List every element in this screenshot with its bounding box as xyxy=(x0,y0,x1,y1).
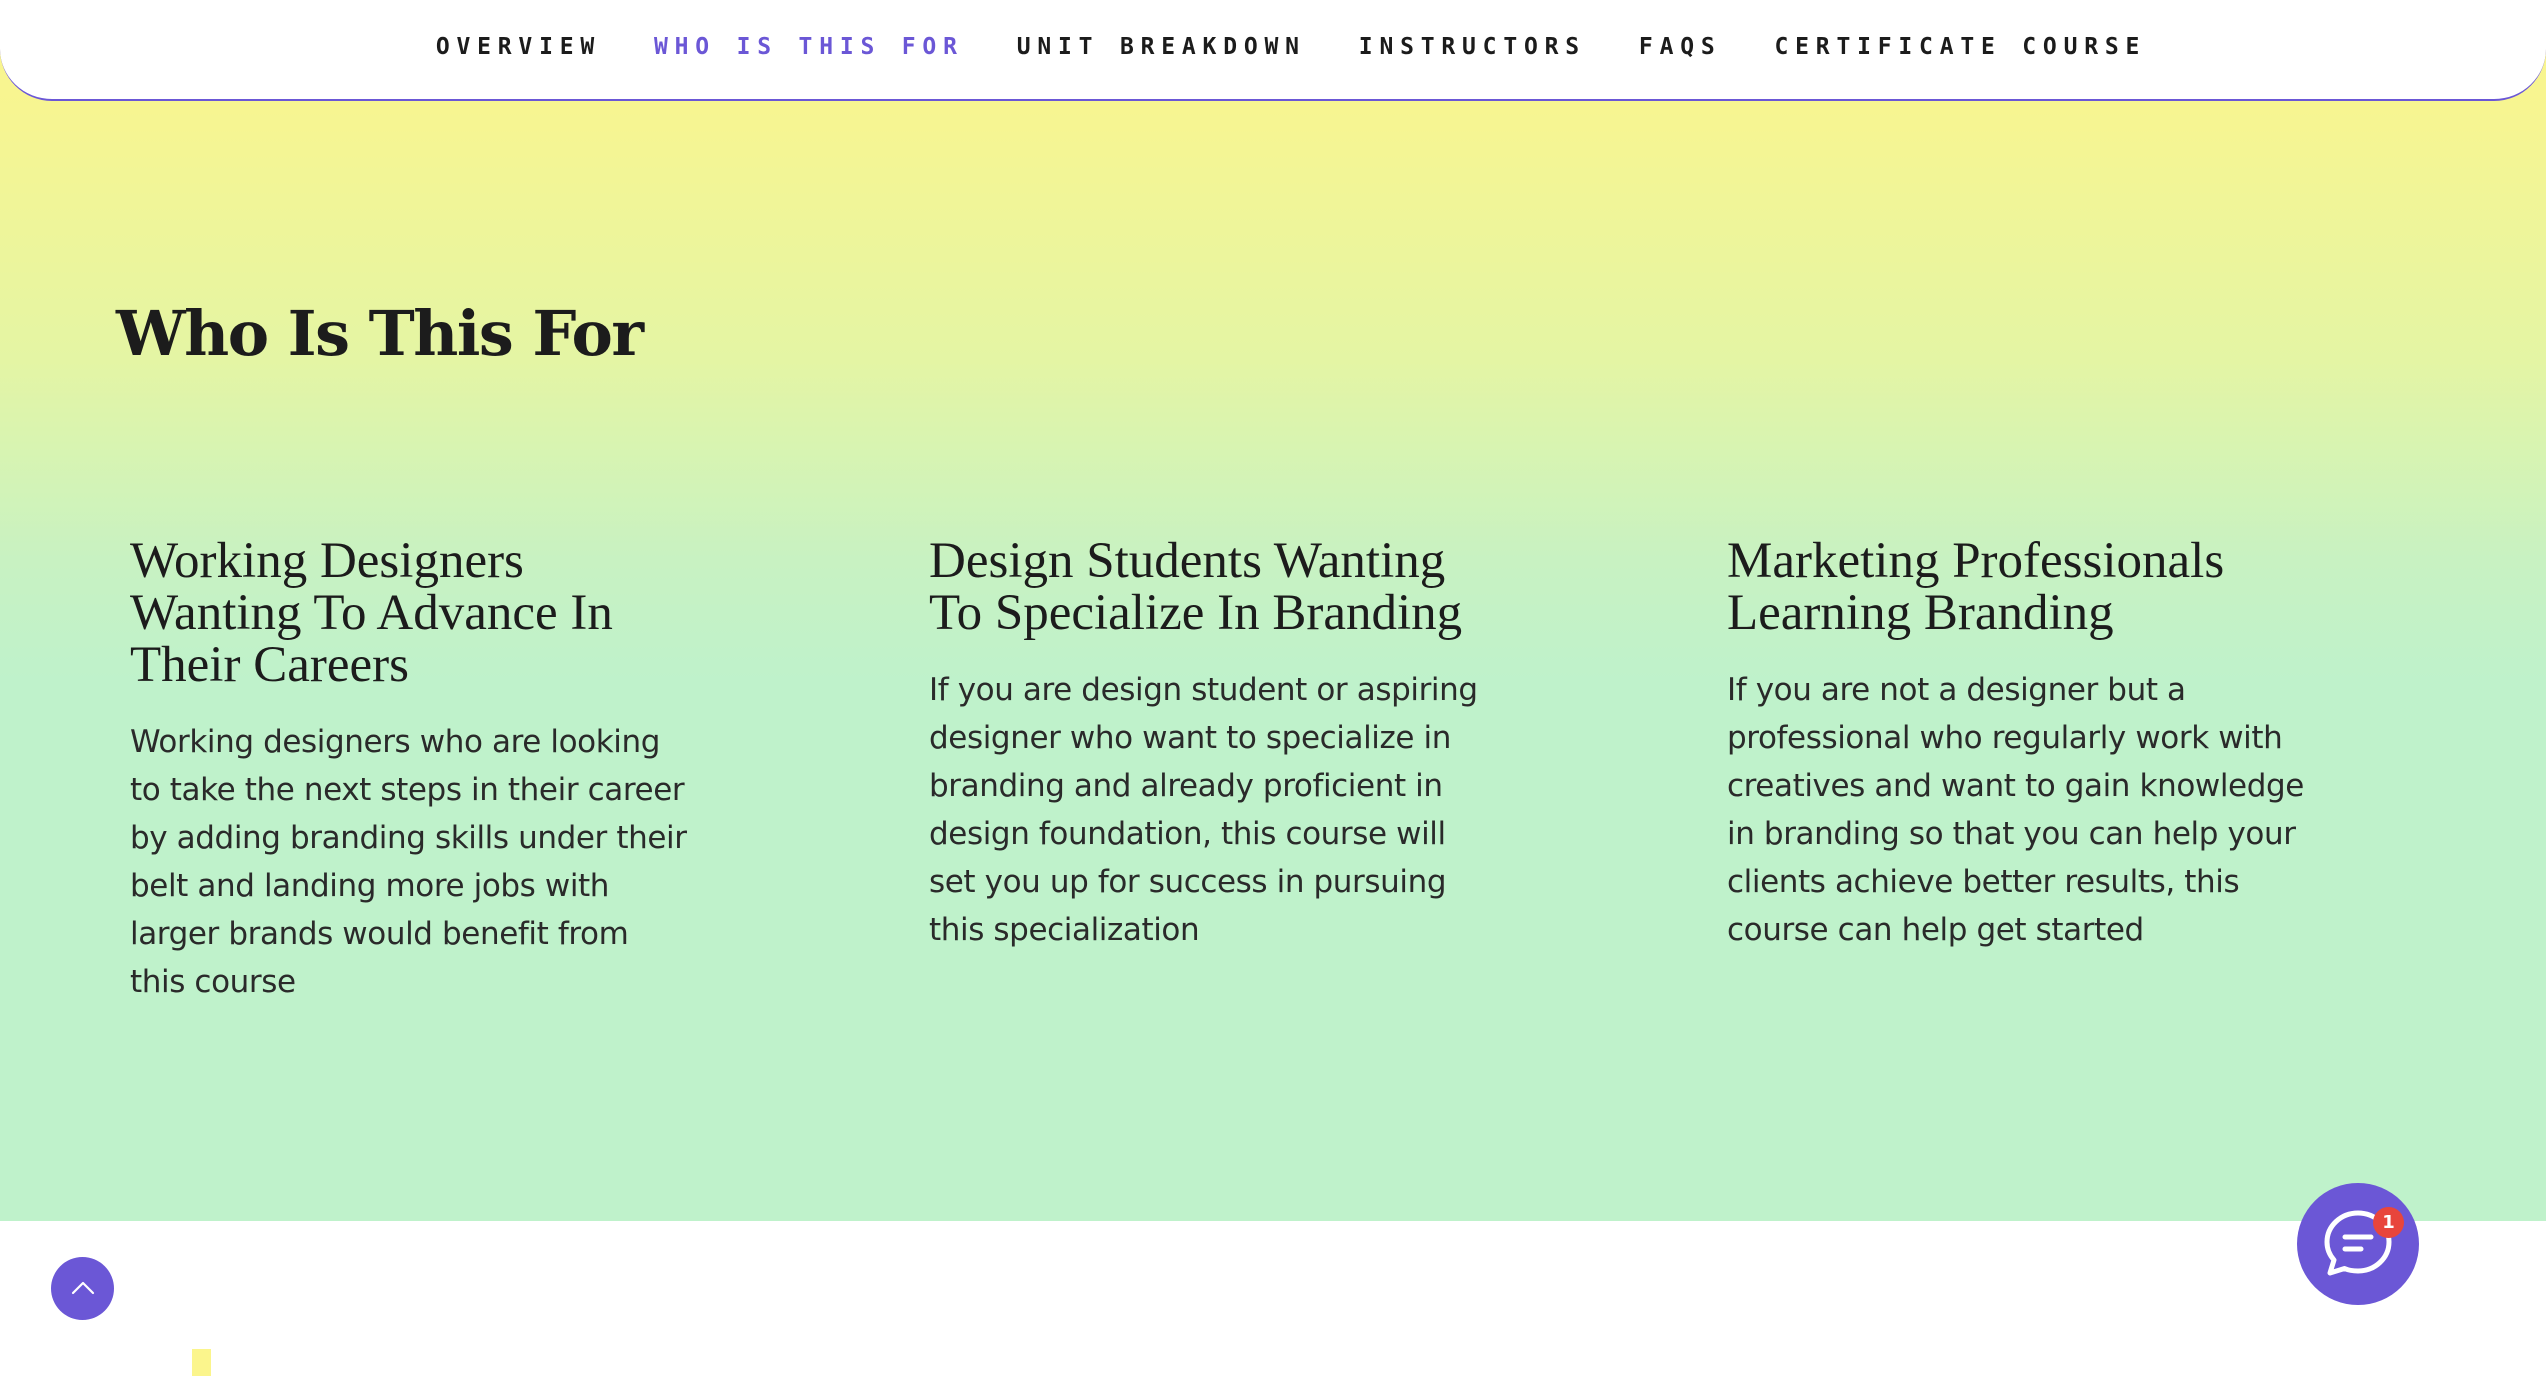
nav-item-overview[interactable]: OVERVIEW xyxy=(436,34,601,60)
section-nav-items: OVERVIEW WHO IS THIS FOR UNIT BREAKDOWN … xyxy=(436,34,2146,60)
card-description: If you are design student or aspiring de… xyxy=(929,672,1478,948)
section-title: Who Is This For xyxy=(116,297,644,370)
card-title: Marketing Professionals Learning Brandin… xyxy=(1727,533,2225,641)
card-description: If you are not a designer but a professi… xyxy=(1727,672,2304,948)
decorative-mark xyxy=(192,1349,211,1376)
audience-card: Working Designers Wanting To Advance In … xyxy=(130,535,730,1006)
nav-item-faqs[interactable]: FAQS xyxy=(1639,34,1722,60)
nav-item-who-is-this-for[interactable]: WHO IS THIS FOR xyxy=(654,34,964,60)
scroll-to-top-button[interactable] xyxy=(51,1257,114,1320)
card-title: Working Designers Wanting To Advance In … xyxy=(130,533,613,693)
nav-item-instructors[interactable]: INSTRUCTORS xyxy=(1359,34,1586,60)
audience-card: Marketing Professionals Learning Brandin… xyxy=(1727,535,2327,954)
chevron-up-icon xyxy=(71,1281,94,1294)
card-title: Design Students Wanting To Specialize In… xyxy=(929,533,1463,641)
audience-card: Design Students Wanting To Specialize In… xyxy=(929,535,1529,954)
card-description: Working designers who are looking to tak… xyxy=(130,724,687,1000)
page: Who Is This For Working Designers Wantin… xyxy=(0,0,2546,1376)
chat-widget-button[interactable]: 1 xyxy=(2297,1183,2419,1305)
nav-item-unit-breakdown[interactable]: UNIT BREAKDOWN xyxy=(1017,34,1306,60)
who-is-this-for-section: Who Is This For Working Designers Wantin… xyxy=(0,0,2546,1221)
section-nav-bar: OVERVIEW WHO IS THIS FOR UNIT BREAKDOWN … xyxy=(0,0,2546,101)
nav-item-certificate-course[interactable]: CERTIFICATE COURSE xyxy=(1775,34,2147,60)
notification-badge: 1 xyxy=(2373,1207,2404,1238)
